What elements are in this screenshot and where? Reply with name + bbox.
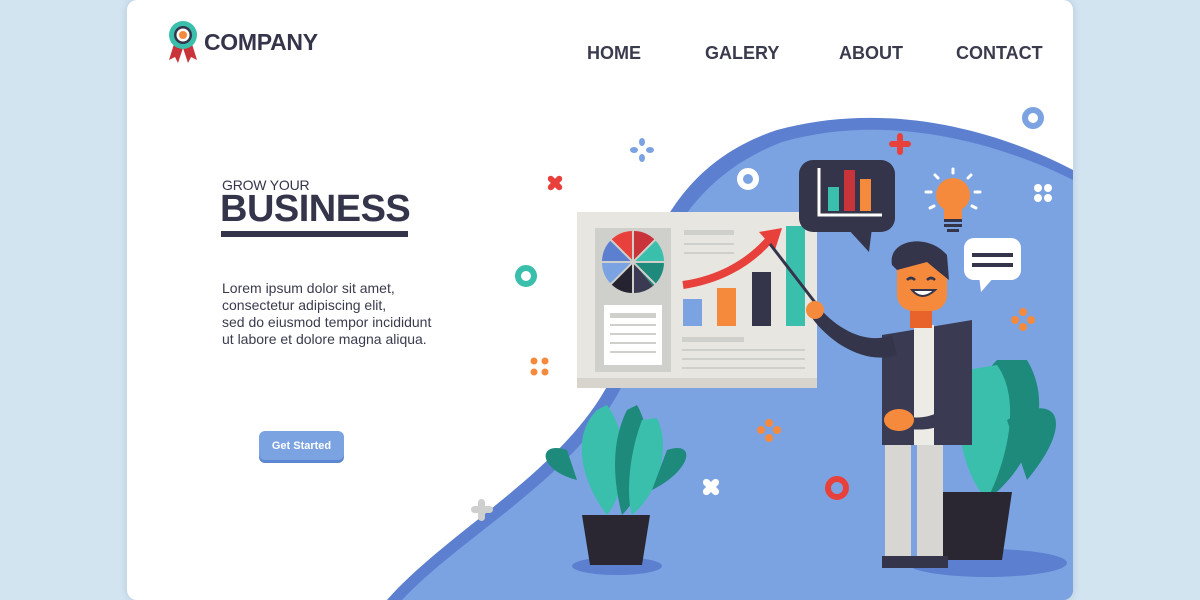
- award-ribbon-icon: [169, 21, 197, 63]
- teal-ring-icon: [515, 265, 537, 287]
- hero-description-line: consectetur adipiscing elit,: [222, 297, 387, 313]
- bar-blue: [683, 299, 702, 326]
- hero-description-line: ut labore et dolore magna aliqua.: [222, 331, 427, 347]
- hero-description: Lorem ipsum dolor sit amet, consectetur …: [222, 280, 462, 348]
- get-started-button[interactable]: Get Started: [259, 431, 344, 460]
- presentation-board: [577, 212, 817, 388]
- hero-description-line: Lorem ipsum dolor sit amet,: [222, 280, 395, 296]
- nav-contact[interactable]: CONTACT: [956, 43, 1043, 64]
- bar-dark: [752, 272, 771, 326]
- pie-chart-icon: [601, 230, 665, 294]
- hero-description-line: sed do eiusmod tempor incididunt: [222, 314, 432, 330]
- hero-underline: [221, 231, 408, 237]
- red-x-icon: [547, 175, 563, 191]
- nav-galery[interactable]: GALERY: [705, 43, 779, 64]
- landing-card: COMPANY HOME GALERY ABOUT CONTACT GROW Y…: [127, 0, 1073, 600]
- blue-ring-icon: [1022, 107, 1044, 129]
- bar-orange: [717, 288, 736, 326]
- nav-home[interactable]: HOME: [587, 43, 641, 64]
- brand-logo[interactable]: COMPANY: [167, 20, 318, 64]
- hero-title: BUSINESS: [220, 188, 411, 230]
- orange-dots-icon: [530, 357, 549, 376]
- nav-about[interactable]: ABOUT: [839, 43, 903, 64]
- brand-name: COMPANY: [204, 28, 318, 55]
- blue-dots-icon: [630, 138, 654, 162]
- hand-pointer: [806, 301, 824, 319]
